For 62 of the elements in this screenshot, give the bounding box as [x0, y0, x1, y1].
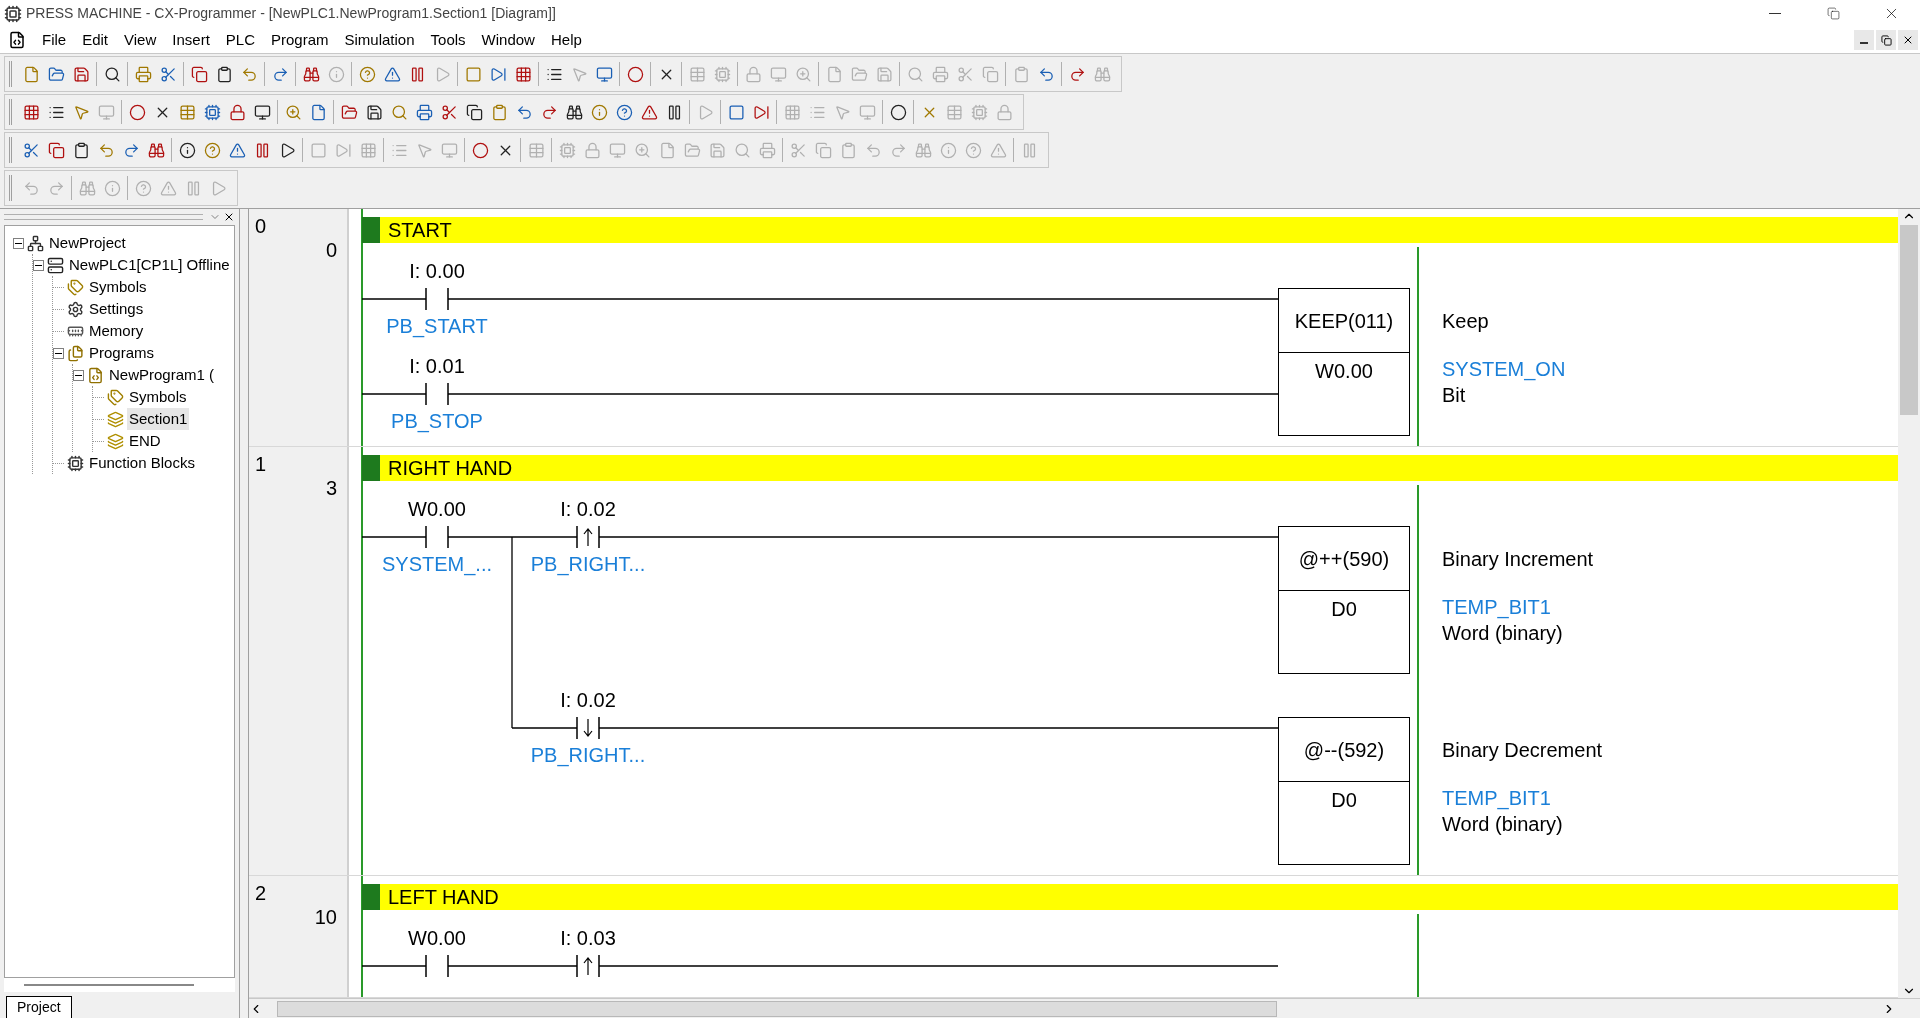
tree-item[interactable]: END — [127, 429, 163, 453]
instruction-block[interactable]: @--(592) D0 — [1278, 717, 1410, 865]
tree-item[interactable]: Symbols — [87, 275, 149, 299]
tree-item[interactable]: Section1 — [127, 407, 190, 431]
instruction-description: Binary Decrement — [1442, 738, 1603, 763]
instruction-description: Keep — [1442, 309, 1489, 334]
rung-number: 2 — [255, 881, 267, 906]
contact-address: I: 0.00 — [408, 259, 466, 283]
rung-comment: RIGHT HAND — [388, 456, 513, 480]
menu-item[interactable]: Window — [473, 28, 543, 52]
contact-address: I: 0.03 — [559, 926, 617, 950]
instruction-mnemonic: @++(590) — [1279, 527, 1409, 591]
menu-item[interactable]: PLC — [217, 28, 263, 52]
contact-symbol: SYSTEM_... — [381, 552, 493, 576]
tree-item[interactable]: Function Blocks — [87, 451, 197, 475]
operand-type: Bit — [1442, 383, 1466, 408]
instruction-description: Binary Increment — [1442, 547, 1594, 572]
rung-number: 0 — [255, 214, 267, 239]
tree-item[interactable]: NewProgram1 ( — [107, 363, 217, 387]
operand-symbol: TEMP_BIT1 — [1442, 786, 1551, 812]
contact-symbol: PB_RIGHT... — [529, 743, 647, 767]
step-number: 0 — [325, 238, 337, 263]
instruction-block[interactable]: @++(590) D0 — [1278, 526, 1410, 674]
tree-item[interactable]: NewPLC1[CP1L] Offline — [67, 253, 232, 277]
instruction-operand: W0.00 — [1314, 359, 1374, 384]
contact-symbol: PB_STOP — [390, 409, 484, 433]
step-number: 10 — [314, 905, 337, 930]
contact-address: I: 0.02 — [559, 497, 617, 521]
tree-item[interactable]: NewProject — [47, 231, 128, 255]
menu-item[interactable]: Help — [542, 28, 590, 52]
operand-symbol: TEMP_BIT1 — [1442, 595, 1551, 621]
instruction-mnemonic: KEEP(011) — [1279, 289, 1409, 353]
instruction-mnemonic: @--(592) — [1279, 718, 1409, 782]
contact-symbol: PB_START — [385, 314, 489, 338]
menu-item[interactable]: Insert — [164, 28, 218, 52]
project-tab[interactable]: Project — [6, 996, 72, 1018]
menu-item[interactable]: Simulation — [336, 28, 423, 52]
instruction-block[interactable]: KEEP(011) W0.00 — [1278, 288, 1410, 436]
tree-item[interactable]: Settings — [87, 297, 146, 321]
contact-address: I: 0.01 — [408, 354, 466, 378]
menu-item[interactable]: Program — [263, 28, 337, 52]
rung-comment: LEFT HAND — [388, 885, 499, 909]
menu-item[interactable]: File — [34, 28, 75, 52]
tree-item[interactable]: Programs — [87, 341, 157, 365]
menu-item[interactable]: Edit — [74, 28, 117, 52]
operand-type: Word (binary) — [1442, 621, 1563, 646]
step-number: 3 — [325, 476, 337, 501]
instruction-operand: D0 — [1330, 597, 1358, 622]
contact-address: W0.00 — [407, 926, 467, 950]
contact-symbol: PB_RIGHT... — [529, 552, 647, 576]
operand-type: Word (binary) — [1442, 812, 1563, 837]
contact-address: W0.00 — [407, 497, 467, 521]
instruction-operand: D0 — [1330, 788, 1358, 813]
menu-item[interactable]: Tools — [422, 28, 474, 52]
contact-address: I: 0.02 — [559, 688, 617, 712]
tree-item[interactable]: Symbols — [127, 385, 189, 409]
menu-item[interactable]: View — [116, 28, 165, 52]
rung-number: 1 — [255, 452, 267, 477]
tree-item[interactable]: Memory — [87, 319, 146, 343]
rung-comment: START — [388, 218, 452, 242]
window-title: PRESS MACHINE - CX-Programmer - [NewPLC1.NewProgram1.Section1 [Diagram]] — [26, 4, 556, 23]
operand-symbol: SYSTEM_ON — [1442, 357, 1566, 383]
